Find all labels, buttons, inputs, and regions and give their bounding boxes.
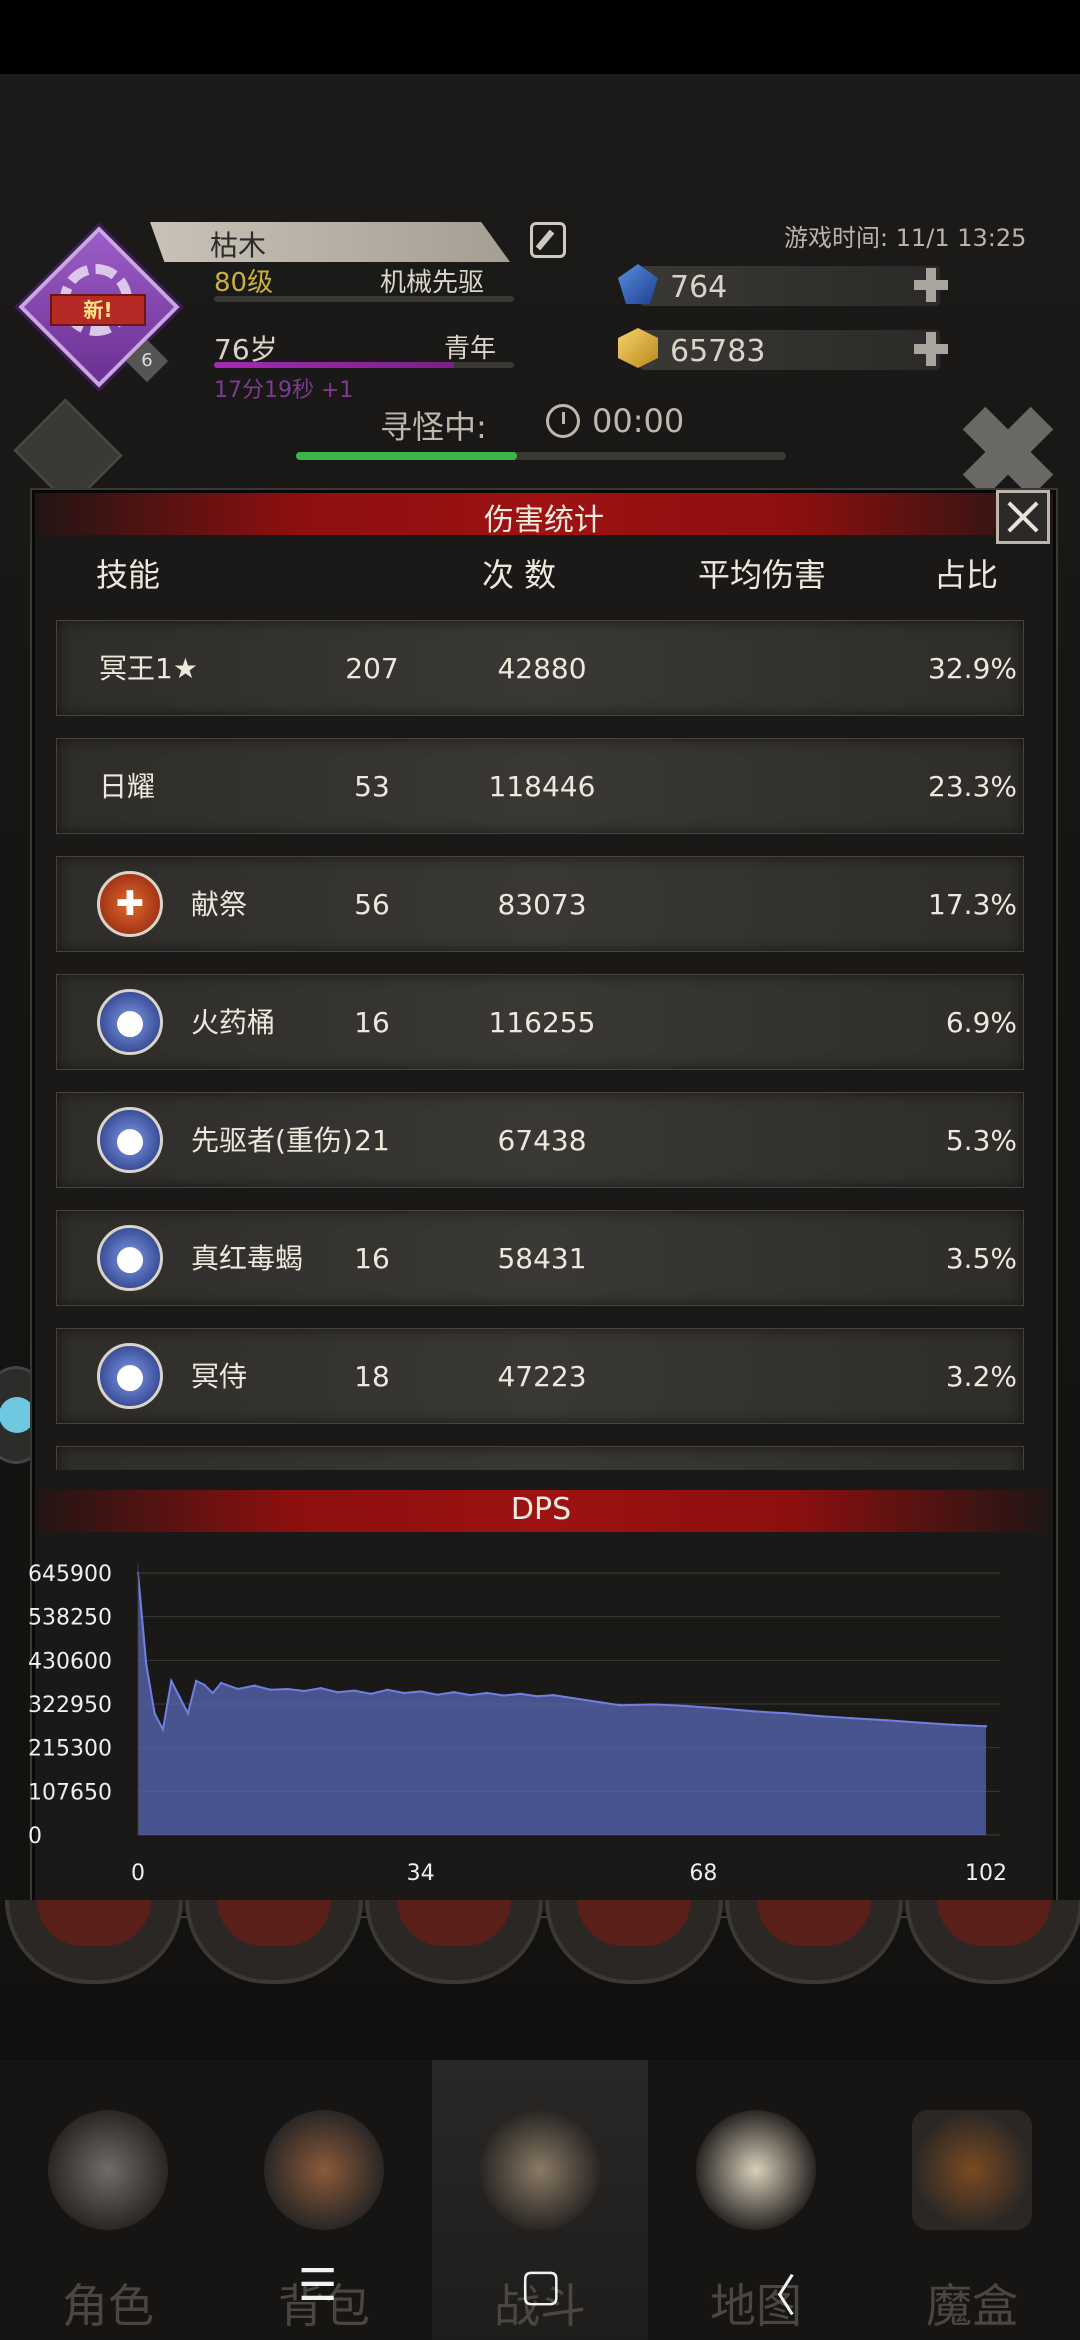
x-tick-label: 102 (965, 1861, 1007, 1886)
dps-chart: 645900 538250 430600 322950 215300 107650 0 0 34… (28, 1562, 1007, 1886)
dps-point (452, 1691, 456, 1694)
y-tick-label: 0 (28, 1824, 42, 1849)
dps-point (203, 1683, 206, 1687)
dps-point (552, 1693, 555, 1697)
dps-point (486, 1691, 489, 1695)
dps-point (319, 1687, 323, 1690)
dps-point (436, 1693, 439, 1696)
y-tick-label: 430600 (28, 1649, 112, 1674)
dps-point (402, 1691, 406, 1695)
dps-point (685, 1704, 688, 1708)
dps-point (718, 1707, 722, 1710)
dps-point (984, 1725, 988, 1728)
dps-point (818, 1714, 821, 1718)
dps-point (386, 1688, 389, 1692)
x-tick-label: 68 (689, 1861, 717, 1886)
home-icon[interactable]: ▢ (520, 2260, 562, 2311)
dps-point (752, 1710, 755, 1713)
y-tick-label: 538250 (28, 1606, 112, 1631)
dps-point (353, 1689, 356, 1692)
backpack-icon[interactable] (264, 2110, 384, 2230)
x-tick-label: 0 (131, 1861, 145, 1886)
dps-point (652, 1703, 655, 1706)
dps-point (619, 1704, 622, 1707)
dps-point (785, 1712, 788, 1715)
sword-shield-icon[interactable] (480, 2110, 600, 2230)
dps-point (885, 1719, 888, 1722)
dps-point (585, 1699, 589, 1702)
dps-point (369, 1692, 372, 1696)
dps-point (195, 1679, 198, 1683)
dps-point (145, 1663, 148, 1666)
dps-point (951, 1723, 954, 1726)
dps-point (161, 1728, 165, 1731)
nav-label: 魔盒 (926, 2279, 1018, 2333)
dps-point (186, 1712, 190, 1715)
dps-point (219, 1681, 223, 1685)
dps-point (153, 1712, 156, 1715)
dps-point (519, 1692, 522, 1696)
helmet-icon[interactable] (48, 2110, 168, 2230)
dps-point (178, 1695, 181, 1699)
x-tick-label: 34 (407, 1861, 435, 1886)
dps-point (211, 1691, 214, 1695)
y-tick-label: 107650 (28, 1780, 112, 1805)
dps-point (469, 1693, 472, 1697)
magic-box-icon[interactable] (912, 2110, 1032, 2230)
dps-point (419, 1690, 422, 1693)
back-icon[interactable]: 〈 (752, 2260, 796, 2324)
dps-point (269, 1688, 273, 1692)
dps-point (286, 1687, 289, 1691)
y-tick-label: 322950 (28, 1693, 112, 1718)
dps-point (918, 1721, 921, 1724)
nav-label: 角色 (62, 2279, 154, 2333)
dps-point (236, 1687, 239, 1691)
dps-point (336, 1691, 339, 1694)
dps-point (253, 1684, 256, 1687)
dps-point (303, 1689, 306, 1693)
scroll-map-icon[interactable] (696, 2110, 816, 2230)
menu-icon[interactable]: ☰ (298, 2260, 337, 2311)
dps-point (502, 1694, 505, 1697)
y-tick-label: 215300 (28, 1737, 112, 1762)
dps-point (170, 1679, 173, 1683)
y-tick-label: 645900 (28, 1562, 112, 1587)
dps-point (851, 1717, 855, 1720)
dps-point (535, 1695, 539, 1698)
